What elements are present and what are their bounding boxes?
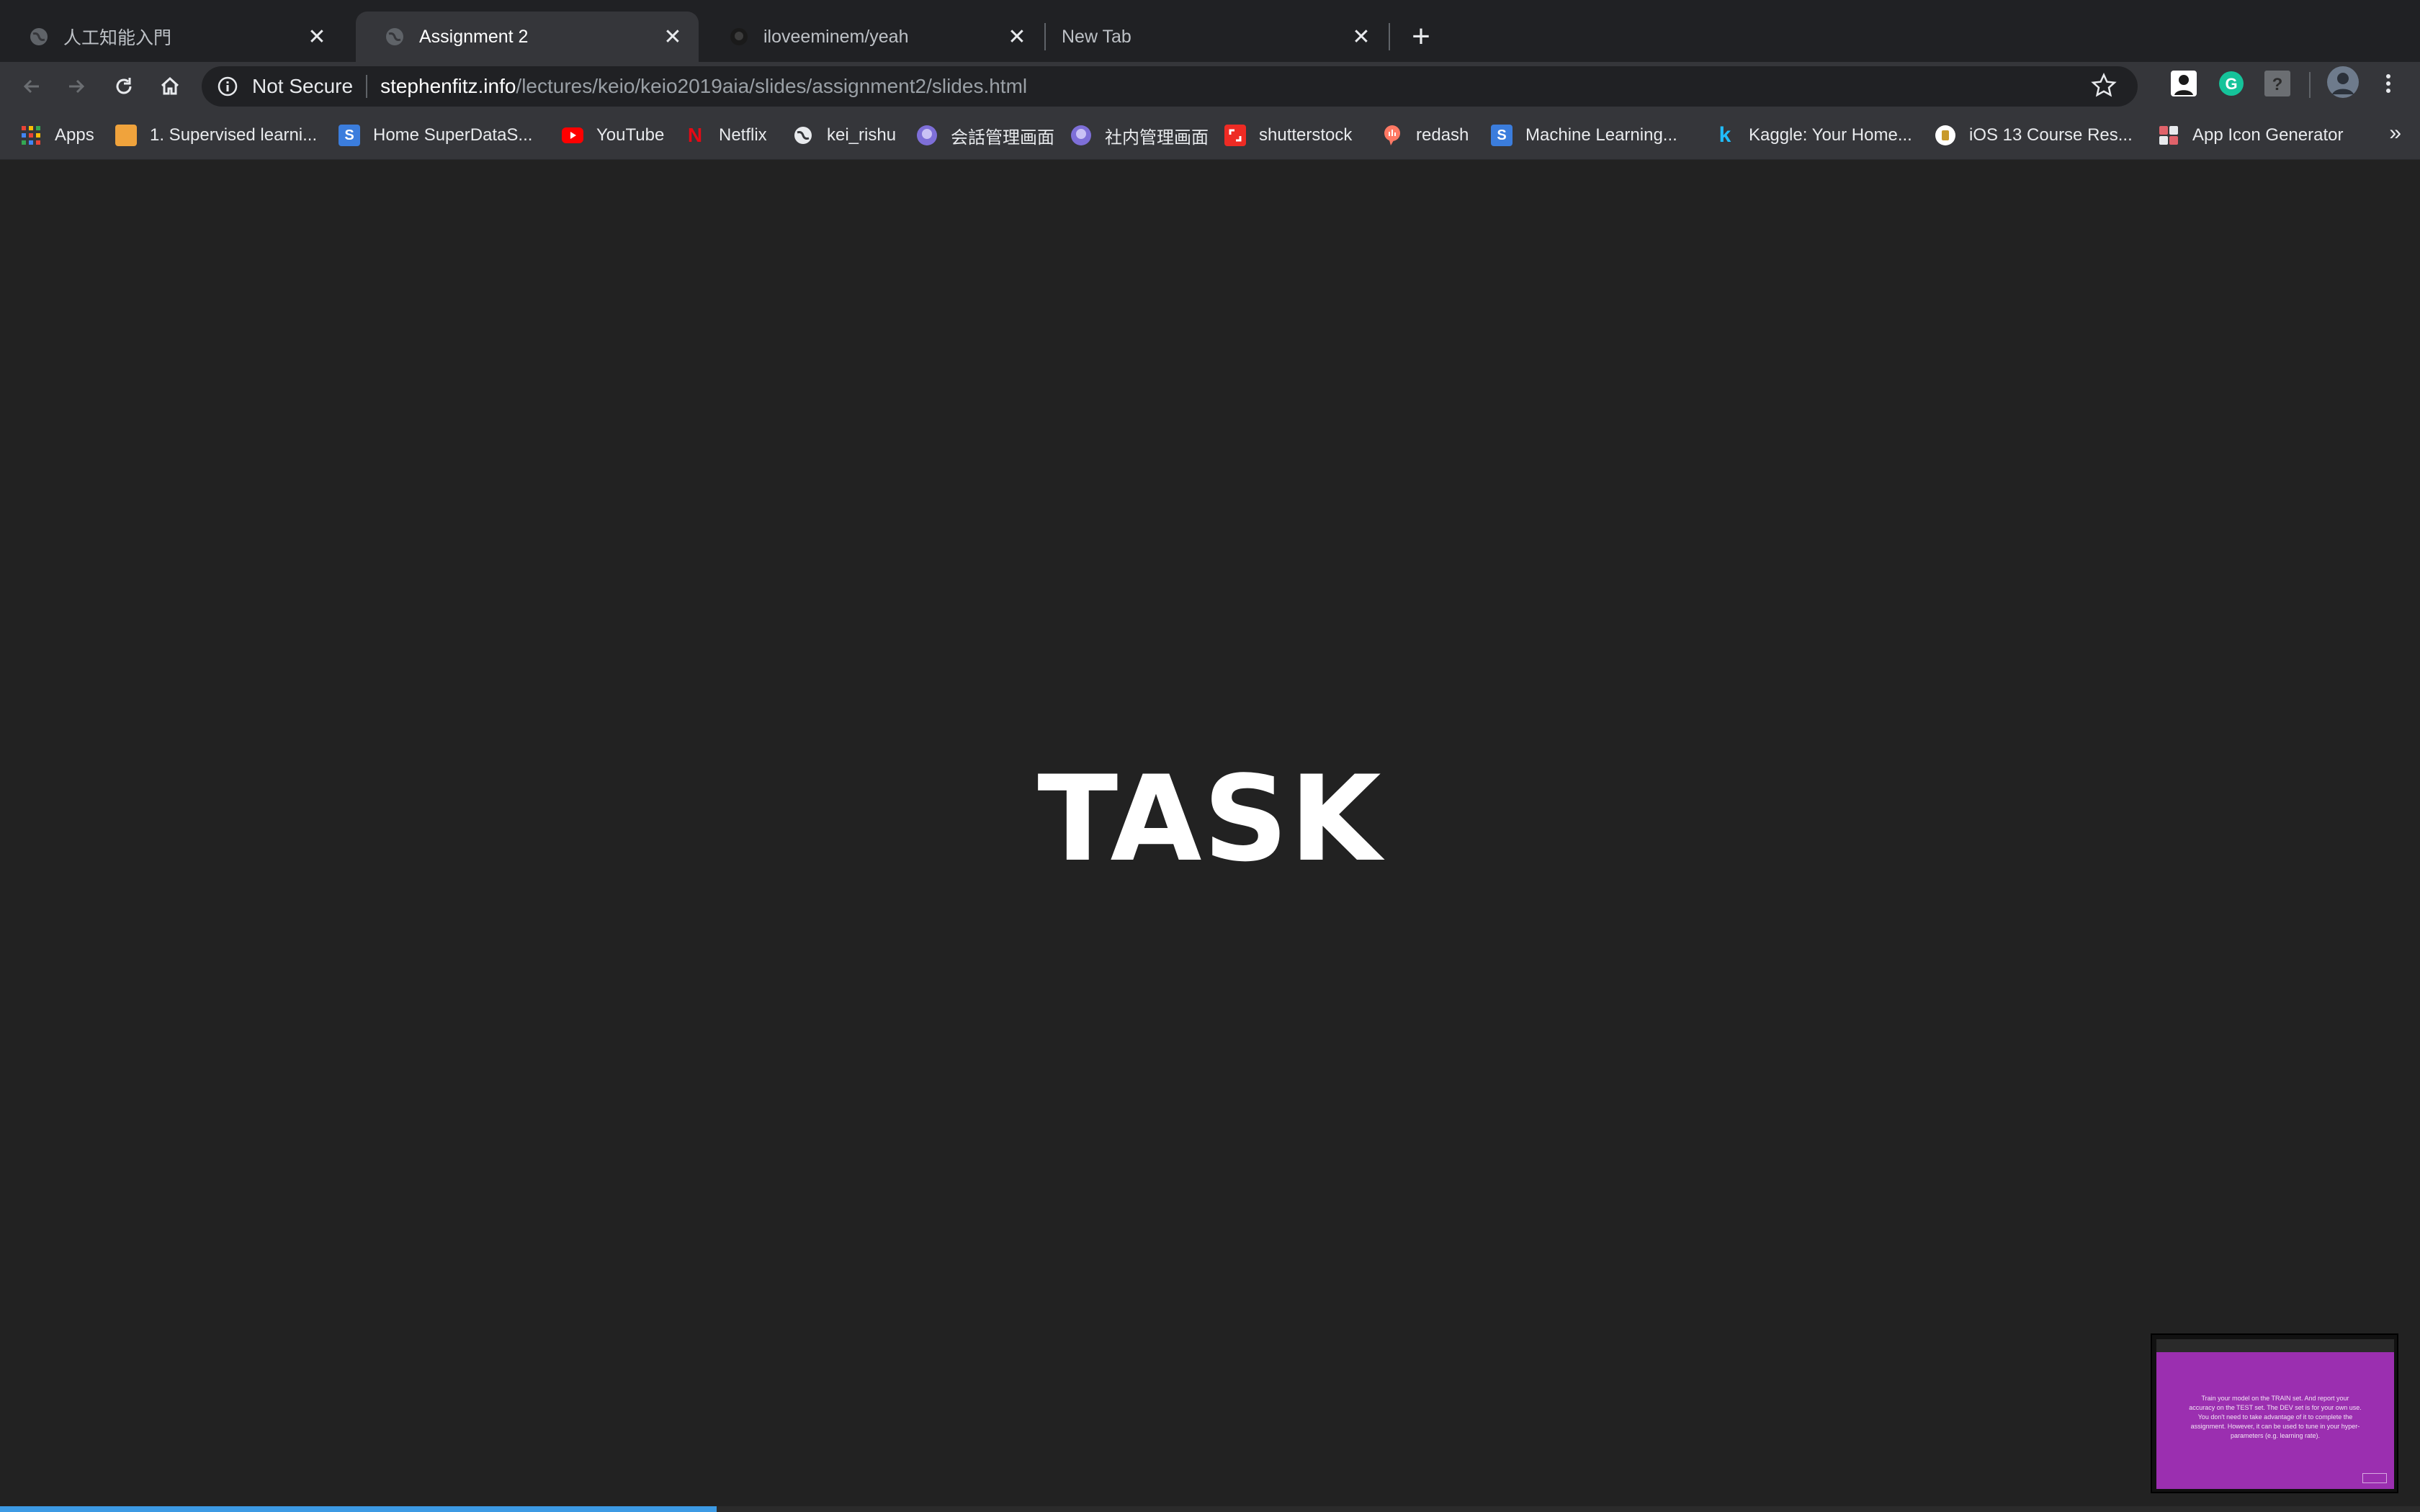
url-host: stephenfitz.info	[380, 75, 516, 97]
bookmark-youtube[interactable]: YouTube	[562, 121, 664, 150]
reload-icon	[116, 78, 132, 94]
bookmark-label: iOS 13 Course Res...	[1969, 125, 2133, 145]
slide-progress-bar[interactable]	[0, 1506, 2420, 1512]
tab-assignment-2[interactable]: Assignment 2 ✕	[356, 12, 699, 62]
arrow-left-icon	[23, 79, 39, 94]
tab-title: Assignment 2	[419, 26, 529, 47]
tab-ai-intro[interactable]: 人工知能入門 ✕	[0, 12, 343, 62]
close-icon[interactable]: ✕	[1345, 21, 1377, 53]
bookmark-label: Machine Learning...	[1525, 125, 1677, 145]
tab-title: 人工知能入門	[63, 28, 172, 48]
apps-grid-icon	[20, 125, 42, 146]
tab-title: iloveeminem/yeah	[763, 26, 909, 47]
security-label[interactable]: Not Secure	[252, 75, 353, 98]
bookmark-superdatascience[interactable]: S Home SuperDataS...	[339, 121, 532, 150]
info-icon[interactable]	[216, 75, 239, 98]
bookmark-netflix[interactable]: N Netflix	[684, 121, 767, 150]
bot-icon	[916, 125, 938, 146]
bookmark-label: 社内管理画面	[1105, 127, 1209, 148]
close-icon[interactable]: ✕	[301, 21, 333, 53]
bookmark-kei-rishu[interactable]: kei_rishu	[792, 121, 896, 150]
app-icon-generator-icon	[2158, 125, 2179, 146]
menu-dots-icon[interactable]	[2374, 69, 2403, 98]
toolbar-divider	[2309, 72, 2311, 98]
extension-avatar-icon[interactable]	[2169, 69, 2198, 98]
slide-thumbnail-preview[interactable]: Train your model on the TRAIN set. And r…	[2151, 1333, 2398, 1493]
forward-button[interactable]	[56, 66, 97, 107]
address-bar[interactable]: Not Secure stephenfitz.info/lectures/kei…	[202, 66, 2138, 107]
kaggle-icon: k	[1718, 123, 1731, 147]
globe-icon	[792, 125, 814, 146]
bookmark-label: 会話管理画面	[951, 127, 1054, 148]
reload-button[interactable]	[104, 66, 144, 107]
bookmark-supervised-learning[interactable]: 1. Supervised learni...	[115, 121, 317, 150]
bookmark-label: 1. Supervised learni...	[150, 125, 318, 145]
course-icon	[1935, 125, 1956, 146]
home-button[interactable]	[150, 66, 190, 107]
help-extension-icon[interactable]: ?	[2263, 69, 2292, 98]
bookmark-label: Kaggle: Your Home...	[1749, 125, 1912, 145]
github-icon	[729, 27, 749, 47]
bookmarks-overflow-button[interactable]: »	[2389, 121, 2401, 145]
bot-icon	[1070, 125, 1092, 146]
close-icon[interactable]: ✕	[657, 21, 689, 53]
svg-text:?: ?	[2272, 75, 2283, 94]
bookmark-app-icon-generator[interactable]: App Icon Generator	[2158, 121, 2343, 150]
close-icon[interactable]: ✕	[1001, 21, 1033, 53]
bookmark-label: Apps	[55, 125, 94, 145]
home-icon	[161, 76, 179, 95]
youtube-icon	[562, 125, 583, 146]
slide-progress-fill	[0, 1506, 717, 1512]
bookmark-conversation-admin[interactable]: 会話管理画面	[916, 121, 1054, 150]
slide-viewport[interactable]: TASK Train your model on the TRAIN set. …	[0, 160, 2420, 1512]
redash-icon	[1381, 125, 1403, 146]
new-tab-button[interactable]: +	[1403, 19, 1439, 55]
superdatascience-icon: S	[1491, 125, 1512, 146]
thumbnail-text: Train your model on the TRAIN set. And r…	[2189, 1395, 2362, 1439]
tab-github-yeah[interactable]: iloveeminem/yeah ✕	[700, 12, 1043, 62]
bookmark-label: redash	[1416, 125, 1469, 145]
slide-title: TASK	[1037, 750, 1383, 888]
tab-strip: 人工知能入門 ✕ Assignment 2 ✕ iloveeminem/yeah…	[0, 0, 2420, 62]
browser-chrome: 人工知能入門 ✕ Assignment 2 ✕ iloveeminem/yeah…	[0, 0, 2420, 160]
superdatascience-icon: S	[339, 125, 360, 146]
url-path: /lectures/keio/keio2019aia/slides/assign…	[516, 75, 1028, 97]
bookmark-internal-admin[interactable]: 社内管理画面	[1070, 121, 1209, 150]
tab-new-tab[interactable]: New Tab ✕	[1044, 12, 1387, 62]
bookmark-ios13-course[interactable]: iOS 13 Course Res...	[1935, 121, 2133, 150]
ml-book-icon	[115, 125, 137, 146]
tab-title: New Tab	[1062, 26, 1131, 47]
bookmark-label: kei_rishu	[827, 125, 897, 145]
back-button[interactable]	[12, 66, 52, 107]
tab-divider	[1389, 23, 1390, 50]
svg-text:G: G	[2225, 75, 2237, 93]
globe-icon	[385, 27, 405, 47]
bookmark-label: App Icon Generator	[2192, 125, 2344, 145]
arrow-right-icon	[69, 79, 85, 94]
thumbnail-browser-bar	[2156, 1339, 2394, 1352]
toolbar: Not Secure stephenfitz.info/lectures/kei…	[0, 62, 2420, 111]
bookmark-label: YouTube	[596, 125, 665, 145]
bookmark-shutterstock[interactable]: shutterstock	[1224, 121, 1352, 150]
bookmark-label: Home SuperDataS...	[373, 125, 533, 145]
bookmark-star-icon[interactable]	[2090, 72, 2118, 103]
grammarly-icon[interactable]: G	[2217, 69, 2246, 98]
shutterstock-icon	[1224, 125, 1246, 146]
omnibox-divider	[366, 75, 368, 98]
bookmark-redash[interactable]: redash	[1381, 121, 1469, 150]
bookmark-apps[interactable]: Apps	[20, 121, 94, 150]
url-text[interactable]: stephenfitz.info/lectures/keio/keio2019a…	[380, 75, 1027, 98]
bookmark-label: shutterstock	[1259, 125, 1353, 145]
globe-icon	[29, 27, 49, 47]
bookmark-kaggle[interactable]: k Kaggle: Your Home...	[1714, 121, 1912, 150]
bookmark-machine-learning[interactable]: S Machine Learning...	[1491, 121, 1677, 150]
bookmark-label: Netflix	[719, 125, 767, 145]
thumbnail-control	[2362, 1473, 2387, 1483]
netflix-icon: N	[687, 124, 703, 146]
bookmarks-bar: Apps 1. Supervised learni... S Home Supe…	[0, 111, 2420, 160]
profile-avatar[interactable]	[2326, 66, 2360, 99]
thumbnail-slide: Train your model on the TRAIN set. And r…	[2156, 1352, 2394, 1489]
